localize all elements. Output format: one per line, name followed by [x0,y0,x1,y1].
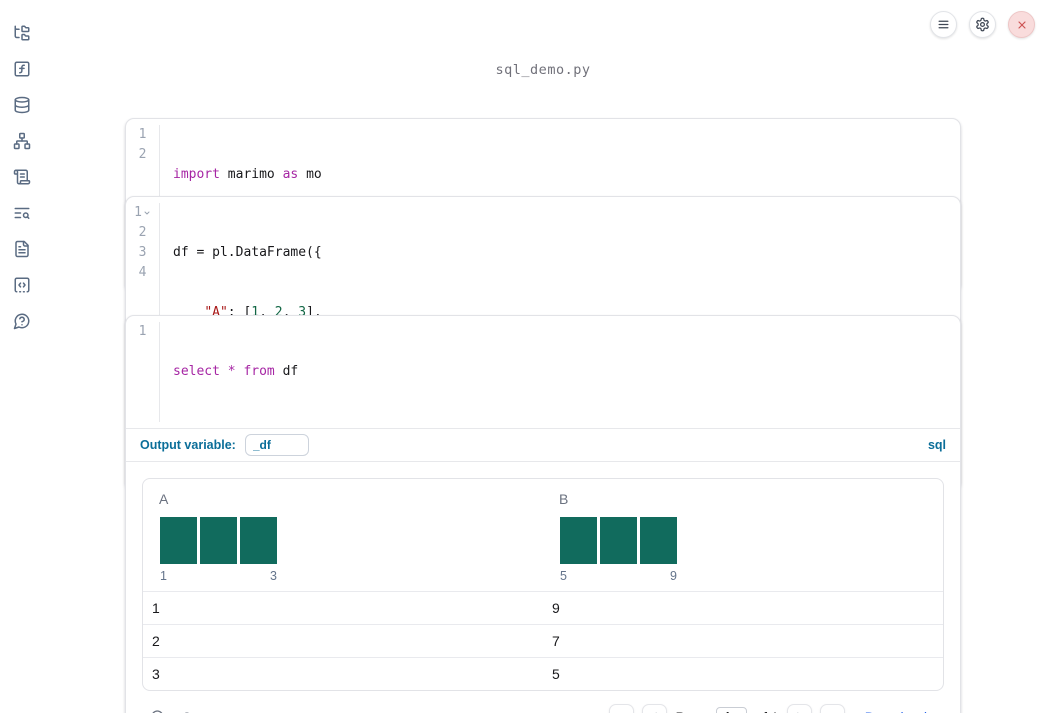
cell-b: 9 [552,600,560,616]
close-icon [1017,20,1026,29]
file-tree-icon[interactable] [13,24,31,42]
histogram-bar [240,517,277,564]
column-summary-b: B 5 9 [543,479,943,591]
shutdown-button[interactable] [1008,11,1035,38]
cell-b: 7 [552,633,560,649]
histogram-bar [160,517,197,564]
column-summaries: A 1 3 B 5 9 [143,479,943,591]
sql-output: A 1 3 B 5 9 1 9 2 7 3 5 [126,461,960,713]
code-token: df = pl.DataFrame({ [173,245,322,260]
database-icon[interactable] [13,96,31,114]
row-count: 3 rows [183,709,224,713]
histogram-bar [200,517,237,564]
line-number: 1 [138,324,147,339]
download-label: Download [865,709,927,713]
axis-min: 1 [160,569,167,583]
axis-min: 5 [560,569,567,583]
code-token: as [282,167,299,182]
histogram-a [160,517,543,564]
help-chat-icon[interactable] [13,312,31,330]
page-select-value: 1 [724,709,731,713]
cell-a: 2 [152,633,160,649]
column-header[interactable]: B [559,491,943,507]
line-number: 2 [138,147,147,162]
download-button[interactable]: Download [865,709,942,713]
histogram-bar [560,517,597,564]
histogram-b [560,517,943,564]
page-of-label: of 1 [755,709,778,713]
documentation-icon[interactable] [13,240,31,258]
cell-b: 5 [552,666,560,682]
table-row[interactable]: 1 9 [143,591,943,624]
line-number-gutter: 1 [126,322,160,422]
code-token: marimo [219,167,283,182]
sql-cell[interactable]: 1 select * from df Output variable: sql … [125,315,961,713]
code-token: from [243,364,275,379]
last-page-button[interactable] [819,704,845,713]
page-select[interactable]: 1 [716,707,748,713]
prev-page-button[interactable] [642,704,668,713]
scratchpad-icon[interactable] [13,168,31,186]
code-content: select * from df [160,322,298,422]
notebook-filename: sql_demo.py [495,62,591,78]
menu-button[interactable] [930,11,957,38]
sql-editor[interactable]: 1 select * from df [126,316,960,428]
table-row[interactable]: 2 7 [143,624,943,657]
histogram-bar [640,517,677,564]
helper-sidebar [0,0,44,330]
fold-chevron-icon[interactable] [143,209,151,217]
dependency-graph-icon[interactable] [13,132,31,150]
histogram-axis: 5 9 [560,569,677,583]
histogram-axis: 1 3 [160,569,277,583]
table-row[interactable]: 3 5 [143,657,943,690]
dataframe-table: A 1 3 B 5 9 1 9 2 7 3 5 [142,478,944,691]
language-badge: sql [927,438,946,452]
settings-button[interactable] [969,11,996,38]
menu-icon [938,20,949,29]
table-footer: 3 rows Page 1 of 1 [142,698,944,713]
pagination: Page 1 of 1 Download [609,704,942,713]
next-page-button[interactable] [786,704,812,713]
code-token: df [274,364,299,379]
notebook-actions [930,11,1035,38]
output-variable-input[interactable] [244,434,309,456]
line-number: 1 [134,205,142,220]
output-variable-label: Output variable: [140,438,236,452]
function-icon[interactable] [13,60,31,78]
column-summary-a: A 1 3 [143,479,543,591]
code-token: * [227,364,236,379]
code-token: select [173,364,220,379]
search-icon[interactable] [150,709,166,713]
column-header[interactable]: A [159,491,543,507]
axis-max: 3 [270,569,277,583]
code-token: import [173,167,220,182]
line-number: 3 [138,245,147,260]
snippets-icon[interactable] [13,276,31,294]
cell-a: 3 [152,666,160,682]
sql-cell-footer: Output variable: sql [126,428,960,461]
cell-a: 1 [152,600,160,616]
histogram-bar [600,517,637,564]
code-token: mo [298,167,322,182]
page-label: Page [675,709,708,713]
axis-max: 9 [670,569,677,583]
gear-icon [976,17,989,32]
line-number: 2 [138,225,147,240]
search-logs-icon[interactable] [13,204,31,222]
line-number: 4 [138,265,147,280]
first-page-button[interactable] [609,704,635,713]
line-number: 1 [138,127,147,142]
